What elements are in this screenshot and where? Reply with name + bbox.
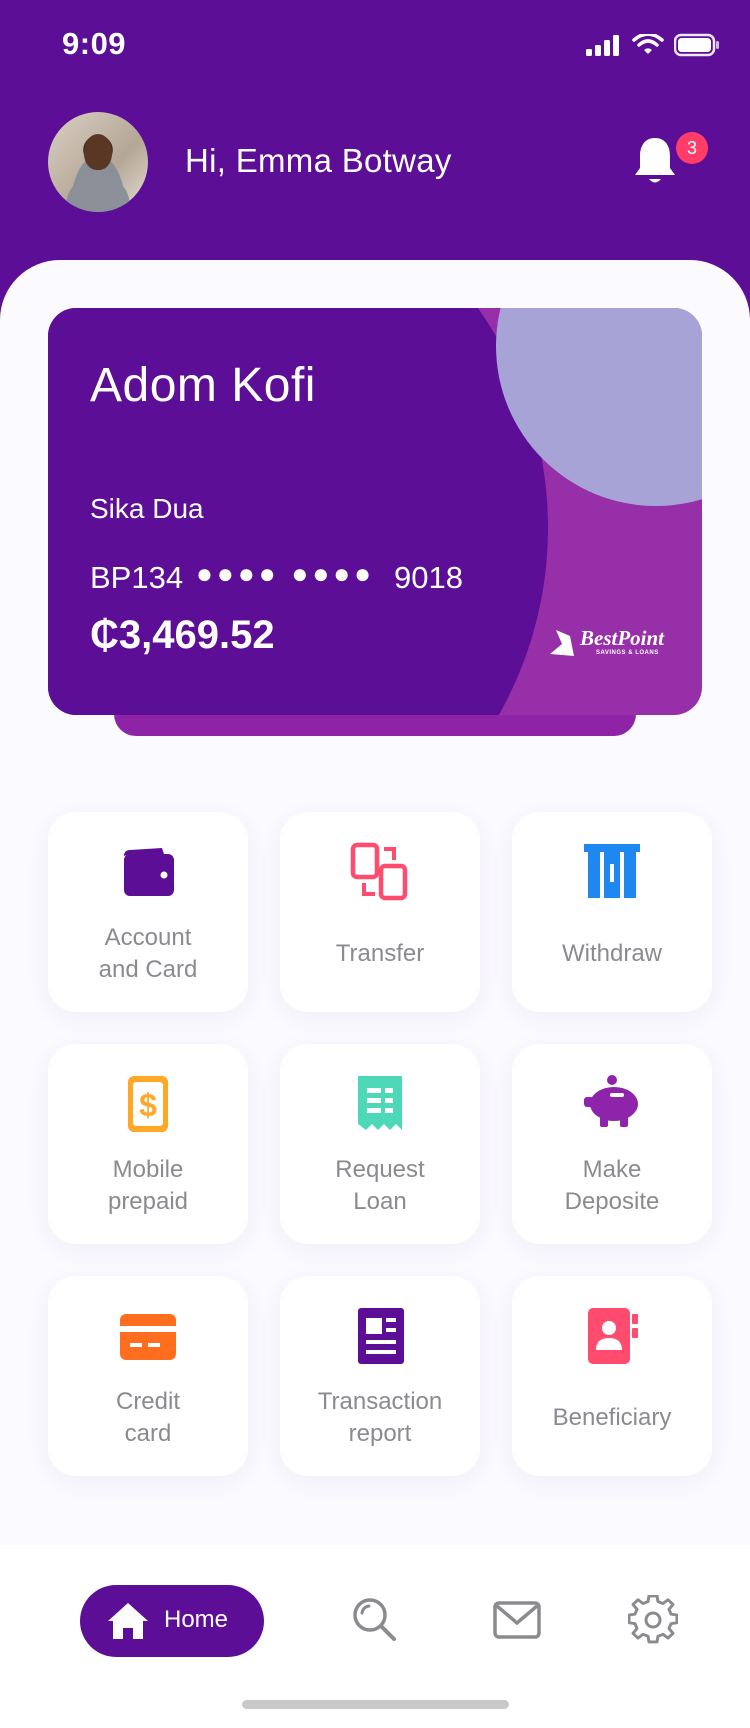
main-panel: Adom Kofi Sika Dua BP134 ●●●● ●●●● 9018 … xyxy=(0,260,750,1545)
mail-icon[interactable] xyxy=(492,1595,542,1645)
action-mobile-prepaid[interactable]: $ Mobile prepaid xyxy=(48,1044,248,1244)
settings-icon[interactable] xyxy=(628,1595,678,1645)
greeting: Hi, Emma Botway xyxy=(185,142,452,179)
card-number-mask: ●●●● ●●●● xyxy=(196,558,376,589)
bank-card[interactable]: Adom Kofi Sika Dua BP134 ●●●● ●●●● 9018 … xyxy=(48,308,702,715)
svg-text:$: $ xyxy=(139,1087,157,1123)
report-icon xyxy=(358,1308,404,1364)
bank-logo-name: BestPoint xyxy=(580,626,665,650)
header: Hi, Emma Botway 3 xyxy=(0,110,750,215)
action-request-loan[interactable]: Request Loan xyxy=(280,1044,480,1244)
avatar-face xyxy=(84,134,112,170)
action-label: Mobile prepaid xyxy=(107,1156,189,1215)
action-label: Withdraw xyxy=(561,940,663,967)
action-beneficiary[interactable]: Beneficiary xyxy=(512,1276,712,1476)
action-transaction-report[interactable]: Transaction report xyxy=(280,1276,480,1476)
action-label: Credit card xyxy=(115,1388,181,1447)
contact-book-icon xyxy=(588,1308,638,1364)
card-number-suffix: 9018 xyxy=(394,560,463,595)
atm-icon xyxy=(584,844,640,898)
bank-logo: BestPoint SAVINGS & LOANS xyxy=(548,626,678,666)
action-withdraw[interactable]: Withdraw xyxy=(512,812,712,1012)
nav-home[interactable]: Home xyxy=(80,1585,264,1657)
action-label: Make Deposite xyxy=(564,1156,660,1215)
home-indicator xyxy=(242,1700,509,1709)
transfer-icon xyxy=(350,842,408,901)
bank-logo-subtitle: SAVINGS & LOANS xyxy=(596,650,659,656)
battery-icon xyxy=(674,33,719,57)
bell-icon[interactable] xyxy=(630,132,680,188)
action-label: Request Loan xyxy=(335,1156,425,1215)
action-label: Transaction report xyxy=(317,1388,443,1447)
bottom-nav: Home xyxy=(0,1545,750,1728)
action-make-deposit[interactable]: Make Deposite xyxy=(512,1044,712,1244)
avatar-body xyxy=(66,174,130,212)
action-label: Beneficiary xyxy=(552,1404,672,1431)
receipt-icon xyxy=(358,1076,402,1130)
card-subtitle: Sika Dua xyxy=(90,493,204,524)
wallet-icon xyxy=(124,848,174,896)
bank-logo-icon xyxy=(550,630,574,656)
card-holder-name: Adom Kofi xyxy=(90,359,316,412)
status-time: 9:09 xyxy=(62,26,127,61)
nav-home-label: Home xyxy=(164,1606,229,1633)
credit-card-icon xyxy=(120,1314,176,1360)
search-icon[interactable] xyxy=(350,1595,400,1645)
piggy-bank-icon xyxy=(584,1075,638,1127)
avatar[interactable] xyxy=(48,112,148,212)
notification-badge: 3 xyxy=(676,132,708,164)
card-balance: ₵3,469.52 xyxy=(90,613,275,657)
wifi-icon xyxy=(632,34,664,54)
action-label: Account and Card xyxy=(98,924,198,983)
action-account-card[interactable]: Account and Card xyxy=(48,812,248,1012)
card-number-prefix: BP134 xyxy=(90,560,184,595)
action-label: Transfer xyxy=(335,940,425,967)
status-icons xyxy=(586,30,720,60)
signal-icon xyxy=(586,35,619,56)
action-transfer[interactable]: Transfer xyxy=(280,812,480,1012)
home-icon xyxy=(108,1603,148,1639)
dollar-phone-icon: $ xyxy=(128,1076,168,1132)
status-bar: 9:09 xyxy=(0,0,750,90)
action-credit-card[interactable]: Credit card xyxy=(48,1276,248,1476)
